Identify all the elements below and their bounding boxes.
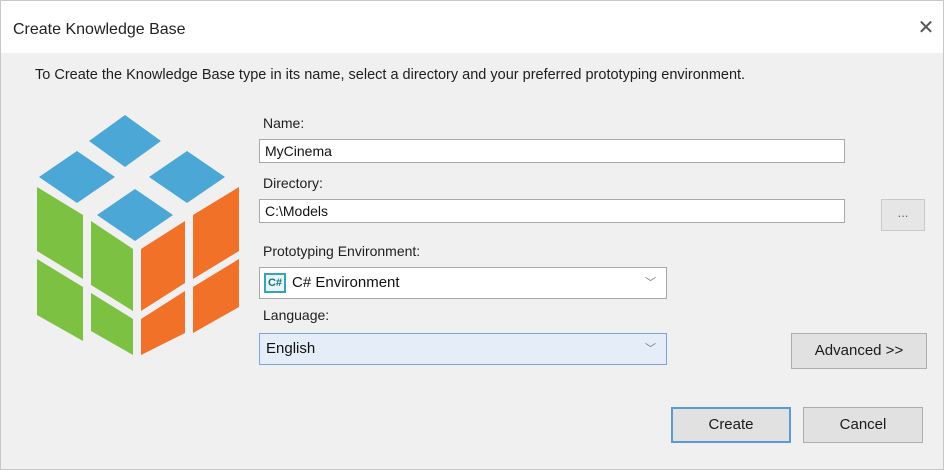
cancel-button[interactable]: Cancel: [803, 407, 923, 443]
chevron-down-icon: ﹀: [645, 277, 656, 289]
rubiks-cube-logo: [37, 115, 239, 355]
prototyping-environment-select[interactable]: C# C# Environment ﹀: [259, 267, 667, 299]
language-value: English: [266, 340, 316, 357]
close-icon[interactable]: ✕: [915, 17, 937, 39]
language-select[interactable]: English ﹀: [259, 333, 667, 365]
csharp-icon: C#: [264, 273, 286, 293]
browse-button[interactable]: ...: [881, 199, 925, 231]
create-knowledge-base-dialog: Create Knowledge Base ✕ To Create the Kn…: [0, 0, 944, 470]
instructions-text: To Create the Knowledge Base type in its…: [35, 67, 746, 83]
advanced-button[interactable]: Advanced >>: [791, 333, 927, 369]
directory-input[interactable]: C:\Models: [259, 199, 845, 223]
name-label: Name:: [263, 115, 305, 131]
prototyping-environment-label: Prototyping Environment:: [263, 243, 421, 259]
language-label: Language:: [263, 307, 330, 323]
name-input[interactable]: MyCinema: [259, 139, 845, 163]
cube-top-tile: [89, 115, 161, 167]
prototyping-environment-value: C# Environment: [292, 274, 400, 291]
chevron-down-icon: ﹀: [645, 343, 656, 355]
directory-label: Directory:: [263, 175, 323, 191]
title-bar: Create Knowledge Base ✕: [1, 1, 943, 53]
cube-top-tile: [149, 151, 225, 203]
create-button[interactable]: Create: [671, 407, 791, 443]
window-title: Create Knowledge Base: [13, 21, 186, 38]
